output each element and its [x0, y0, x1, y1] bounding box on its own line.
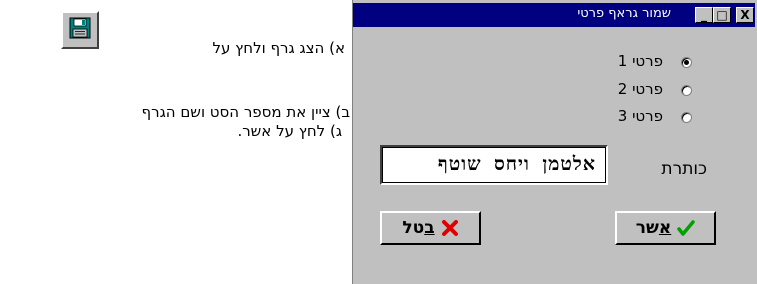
close-button[interactable]: X [736, 7, 754, 23]
radio-button-icon[interactable] [681, 57, 692, 68]
save-graph-button[interactable] [61, 11, 99, 49]
option-label: פרטי 2 [617, 80, 663, 98]
instruction-step-b: ב) ציין את מספר הסט ושם הגרף [141, 103, 350, 121]
option-private-3[interactable]: פרטי 3 [353, 107, 755, 127]
caption-label: כותרת [661, 159, 707, 179]
option-private-1[interactable]: פרטי 1 [353, 52, 755, 72]
caption-input[interactable]: אלטמן ויחס שוטף [380, 145, 608, 185]
cancel-button[interactable]: בטל [380, 211, 481, 245]
minimize-button[interactable]: _ [695, 7, 713, 23]
floppy-save-icon [68, 16, 92, 44]
radio-button-icon[interactable] [681, 85, 692, 96]
maximize-button[interactable]: □ [713, 7, 731, 23]
ok-button[interactable]: אשר [615, 211, 716, 245]
instruction-step-c: ג) לחץ על אשר. [237, 122, 342, 140]
save-private-graph-dialog: X □ _ שמור גראף פרטי פרטי 1 פרטי 2 פרטי … [352, 0, 757, 284]
dialog-title: שמור גראף פרטי [577, 6, 671, 21]
cancel-x-icon [441, 219, 459, 237]
instruction-step-a: א) הצג גרף ולחץ על [212, 39, 346, 57]
option-label: פרטי 3 [617, 107, 663, 125]
radio-button-icon[interactable] [681, 112, 692, 123]
dialog-titlebar: X □ _ שמור גראף פרטי [353, 3, 755, 27]
checkmark-icon [677, 219, 696, 237]
cancel-button-label: בטל [402, 218, 435, 238]
option-label: פרטי 1 [617, 52, 663, 70]
option-private-2[interactable]: פרטי 2 [353, 80, 755, 100]
ok-button-label: אשר [635, 218, 672, 238]
